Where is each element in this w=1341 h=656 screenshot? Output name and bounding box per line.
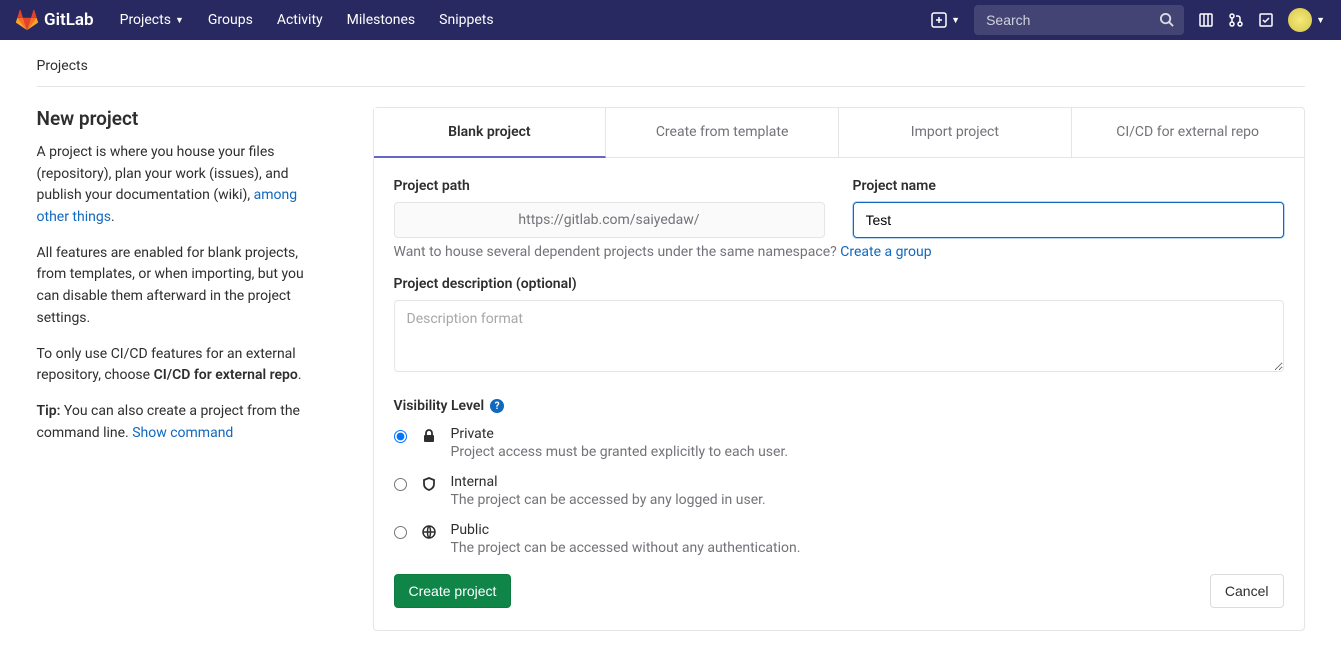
sidebar-tip: Tip: You can also create a project from …: [37, 401, 317, 444]
sidebar-p2: All features are enabled for blank proje…: [37, 243, 317, 330]
chevron-down-icon: ▼: [1316, 15, 1325, 26]
brand-text: GitLab: [44, 10, 94, 30]
tab-cicd-external[interactable]: CI/CD for external repo: [1072, 108, 1304, 157]
user-menu[interactable]: ▼: [1288, 8, 1325, 32]
visibility-public-radio[interactable]: [394, 526, 407, 539]
project-name-input[interactable]: [853, 202, 1284, 238]
sidebar: New project A project is where you house…: [37, 107, 317, 631]
tab-import-project[interactable]: Import project: [839, 108, 1072, 157]
logo[interactable]: GitLab: [16, 9, 94, 31]
avatar: [1288, 8, 1312, 32]
search-input[interactable]: [974, 5, 1184, 35]
nav-activity[interactable]: Activity: [267, 2, 333, 38]
plus-icon: [931, 12, 947, 28]
create-project-button[interactable]: Create project: [394, 574, 512, 608]
visibility-public[interactable]: Public The project can be accessed witho…: [394, 522, 1284, 556]
sidebar-p1: A project is where you house your files …: [37, 142, 317, 229]
tab-blank-project[interactable]: Blank project: [374, 108, 607, 158]
form-panel: Project path https://gitlab.com/saiyedaw…: [373, 158, 1305, 631]
nav-projects[interactable]: Projects▼: [110, 2, 194, 38]
todos-icon[interactable]: [1258, 12, 1274, 28]
create-group-link[interactable]: Create a group: [840, 244, 931, 260]
breadcrumb: Projects: [37, 40, 1305, 87]
issues-icon[interactable]: [1198, 12, 1214, 28]
namespace-hint: Want to house several dependent projects…: [394, 244, 1284, 260]
nav-groups[interactable]: Groups: [198, 2, 263, 38]
chevron-down-icon: ▼: [951, 15, 960, 26]
globe-icon: [421, 524, 437, 544]
project-path-label: Project path: [394, 178, 825, 194]
visibility-internal-radio[interactable]: [394, 478, 407, 491]
visibility-label: Visibility Level ?: [394, 398, 1284, 414]
description-input[interactable]: [394, 300, 1284, 372]
project-name-label: Project name: [853, 178, 1284, 194]
page-title: New project: [37, 107, 317, 130]
tabs: Blank project Create from template Impor…: [373, 107, 1305, 158]
search-icon[interactable]: [1159, 12, 1174, 31]
visibility-internal[interactable]: Internal The project can be accessed by …: [394, 474, 1284, 508]
show-command-link[interactable]: Show command: [132, 425, 233, 441]
visibility-private-radio[interactable]: [394, 430, 407, 443]
visibility-private[interactable]: Private Project access must be granted e…: [394, 426, 1284, 460]
nav-snippets[interactable]: Snippets: [429, 2, 503, 38]
project-path-field[interactable]: https://gitlab.com/saiyedaw/: [394, 202, 825, 238]
gitlab-logo-icon: [16, 9, 38, 31]
cancel-button[interactable]: Cancel: [1210, 574, 1284, 608]
tab-create-from-template[interactable]: Create from template: [606, 108, 839, 157]
shield-icon: [421, 476, 437, 496]
new-dropdown[interactable]: ▼: [931, 12, 960, 28]
lock-icon: [421, 428, 437, 448]
description-label: Project description (optional): [394, 276, 1284, 292]
help-icon[interactable]: ?: [490, 399, 504, 413]
nav-milestones[interactable]: Milestones: [337, 2, 426, 38]
merge-requests-icon[interactable]: [1228, 12, 1244, 28]
navbar: GitLab Projects▼ Groups Activity Milesto…: [0, 0, 1341, 40]
sidebar-p3: To only use CI/CD features for an extern…: [37, 344, 317, 387]
chevron-down-icon: ▼: [175, 15, 184, 26]
